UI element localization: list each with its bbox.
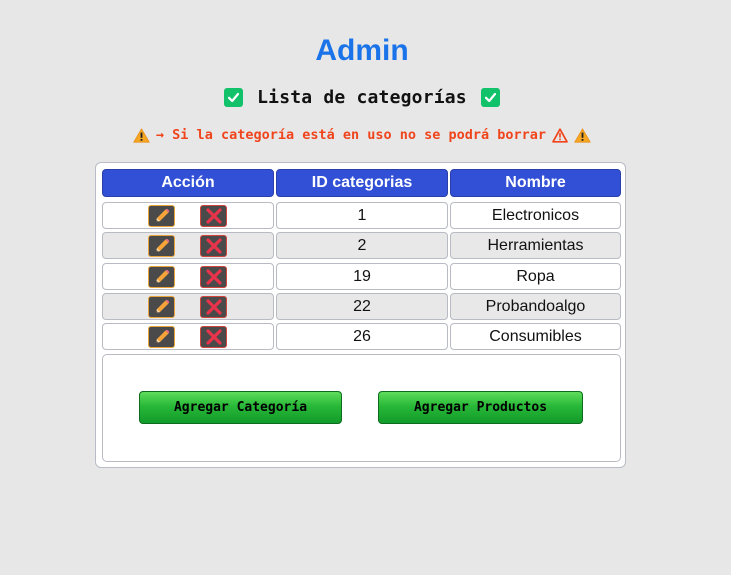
warning-outline-icon bbox=[552, 127, 568, 143]
add-products-button[interactable]: Agregar Productos bbox=[378, 391, 583, 424]
action-cell bbox=[102, 293, 274, 320]
admin-page: Admin Lista de categorías → Si la catego… bbox=[0, 0, 731, 575]
cross-icon bbox=[205, 208, 222, 224]
column-header-nombre: Nombre bbox=[450, 169, 621, 197]
page-title: Admin bbox=[315, 34, 409, 67]
delete-button[interactable] bbox=[200, 266, 227, 288]
pencil-icon bbox=[155, 329, 169, 343]
subtitle-text: Lista de categorías bbox=[257, 87, 467, 108]
table-cell-id: 1 bbox=[276, 202, 448, 229]
table-cell-id: 2 bbox=[276, 232, 448, 259]
edit-button[interactable] bbox=[148, 266, 175, 288]
warning-text: → Si la categoría está en uso no se podr… bbox=[155, 127, 547, 143]
warning-icon bbox=[574, 127, 591, 143]
edit-button[interactable] bbox=[148, 205, 175, 227]
pencil-icon bbox=[155, 269, 169, 283]
checkmark-icon bbox=[480, 88, 500, 107]
action-cell bbox=[102, 263, 274, 290]
table-cell-nombre: Probandoalgo bbox=[450, 293, 621, 320]
edit-button[interactable] bbox=[148, 296, 175, 318]
subtitle-row: Lista de categorías bbox=[0, 87, 724, 108]
column-header-id: ID categorias bbox=[276, 169, 448, 197]
action-cell bbox=[102, 232, 274, 259]
action-cell bbox=[102, 202, 274, 229]
pencil-icon bbox=[155, 238, 169, 252]
edit-button[interactable] bbox=[148, 235, 175, 257]
action-cell bbox=[102, 323, 274, 350]
cross-icon bbox=[205, 299, 222, 315]
checkmark-icon bbox=[224, 88, 244, 107]
pencil-icon bbox=[155, 299, 169, 313]
table-cell-id: 19 bbox=[276, 263, 448, 290]
table-cell-id: 22 bbox=[276, 293, 448, 320]
delete-button[interactable] bbox=[200, 296, 227, 318]
table-cell-nombre: Ropa bbox=[450, 263, 621, 290]
table-cell-id: 26 bbox=[276, 323, 448, 350]
delete-button[interactable] bbox=[200, 235, 227, 257]
edit-button[interactable] bbox=[148, 326, 175, 348]
warning-row: → Si la categoría está en uso no se podr… bbox=[0, 127, 724, 143]
column-header-accion: Acción bbox=[102, 169, 274, 197]
delete-button[interactable] bbox=[200, 326, 227, 348]
table-cell-nombre: Electronicos bbox=[450, 202, 621, 229]
pencil-icon bbox=[155, 208, 169, 222]
cross-icon bbox=[205, 269, 222, 285]
warning-icon bbox=[133, 127, 150, 143]
add-category-button[interactable]: Agregar Categoría bbox=[139, 391, 342, 424]
table-cell-nombre: Consumibles bbox=[450, 323, 621, 350]
cross-icon bbox=[205, 238, 222, 254]
delete-button[interactable] bbox=[200, 205, 227, 227]
cross-icon bbox=[205, 329, 222, 345]
table-cell-nombre: Herramientas bbox=[450, 232, 621, 259]
